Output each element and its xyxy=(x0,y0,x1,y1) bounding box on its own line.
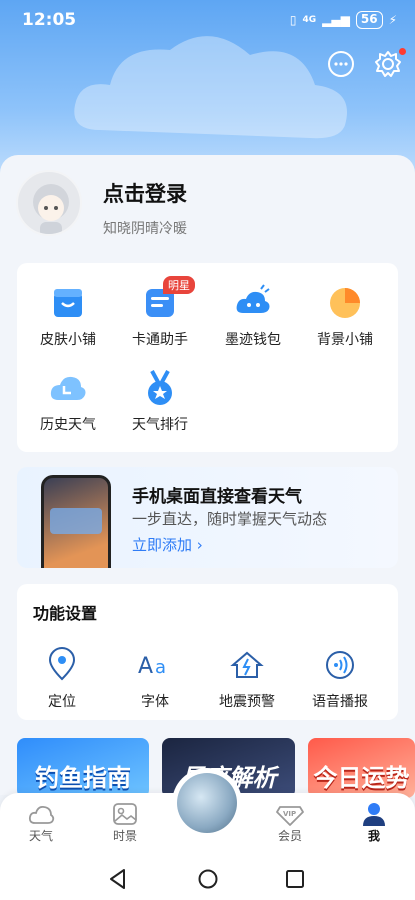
location-icon xyxy=(48,647,76,681)
function-label: 字体 xyxy=(141,694,169,710)
tab-scenery[interactable]: 时景 xyxy=(95,801,155,844)
function-label: 定位 xyxy=(48,694,76,710)
tab-vip[interactable]: VIP 会员 xyxy=(260,801,320,844)
promo-subtitle: 一步直达，随时掌握天气动态 xyxy=(132,510,328,528)
tab-label: 我 xyxy=(367,829,380,843)
tool-label: 天气排行 xyxy=(132,417,188,433)
banner-daily-fortune[interactable]: 今日运势 xyxy=(308,738,415,798)
tab-label: 会员 xyxy=(277,829,302,843)
font-icon: A a xyxy=(138,654,166,679)
chat-icon xyxy=(328,51,354,77)
back-icon[interactable] xyxy=(108,868,128,890)
login-title[interactable]: 点击登录 xyxy=(103,178,187,208)
svg-text:VIP: VIP xyxy=(283,810,296,818)
banner-text: 钓鱼指南 xyxy=(35,764,131,792)
function-label: 地震预警 xyxy=(219,694,275,710)
tool-skin-shop[interactable]: 皮肤小铺 xyxy=(23,283,113,349)
banner-fishing-guide[interactable]: 钓鱼指南 xyxy=(17,738,149,798)
image-icon xyxy=(113,803,137,825)
widget-promo-card[interactable]: 手机桌面直接查看天气 一步直达，随时掌握天气动态 立即添加 › xyxy=(17,467,398,568)
message-button[interactable] xyxy=(325,48,357,80)
home-icon[interactable] xyxy=(197,868,219,890)
status-bar: 12:05 ▯ 4G ▂▄▆ 56 ⚡ xyxy=(0,0,415,40)
vip-icon: VIP xyxy=(276,806,304,826)
login-subtitle: 知晓阴晴冷暖 xyxy=(103,221,187,237)
status-icons: ▯ 4G ▂▄▆ 56 ⚡ xyxy=(290,11,397,29)
battery-level: 56 xyxy=(355,11,383,29)
background-shop-icon xyxy=(330,288,360,318)
promo-title: 手机桌面直接查看天气 xyxy=(132,487,302,507)
banner-text: 今日运势 xyxy=(313,764,410,792)
tool-label: 墨迹钱包 xyxy=(225,332,281,348)
voice-broadcast-icon xyxy=(326,651,354,679)
signal-label: 4G xyxy=(302,15,317,25)
function-voice-broadcast[interactable]: 语音播报 xyxy=(295,645,385,711)
tool-label: 历史天气 xyxy=(40,417,96,433)
settings-button[interactable] xyxy=(372,48,406,80)
signal-icon: ▂▄▆ xyxy=(322,13,350,27)
cloud-decoration xyxy=(74,36,348,139)
tool-weather-rank[interactable]: 天气排行 xyxy=(115,368,205,434)
shop-icon xyxy=(54,289,82,317)
avatar[interactable] xyxy=(16,170,82,236)
center-scene-button[interactable] xyxy=(172,768,242,838)
wallet-icon xyxy=(236,284,270,313)
tool-label: 皮肤小铺 xyxy=(40,332,96,348)
tool-label: 卡通助手 xyxy=(132,332,188,348)
add-widget-link[interactable]: 立即添加 › xyxy=(132,534,203,555)
charging-icon: ⚡ xyxy=(388,13,397,27)
status-time: 12:05 xyxy=(22,10,77,30)
notification-dot xyxy=(399,48,406,55)
cloud-icon xyxy=(28,805,55,824)
function-font[interactable]: A a 字体 xyxy=(110,645,200,711)
tab-me[interactable]: 我 xyxy=(344,801,404,844)
tool-label: 背景小铺 xyxy=(317,332,373,348)
tool-wallet[interactable]: 墨迹钱包 xyxy=(208,283,298,349)
tab-weather[interactable]: 天气 xyxy=(11,801,71,844)
star-badge: 明星 xyxy=(163,276,195,294)
person-icon xyxy=(363,803,385,826)
svg-text:A: A xyxy=(138,654,153,679)
function-label: 语音播报 xyxy=(312,694,368,710)
weather-rank-icon xyxy=(148,370,172,405)
earthquake-icon xyxy=(230,651,264,678)
function-earthquake-alert[interactable]: 地震预警 xyxy=(202,645,292,711)
function-location[interactable]: 定位 xyxy=(17,645,107,711)
function-settings-title: 功能设置 xyxy=(33,604,98,623)
sky-thumbnail xyxy=(177,773,237,833)
svg-text:a: a xyxy=(155,657,166,678)
history-weather-icon xyxy=(50,376,86,400)
tab-label: 时景 xyxy=(112,829,137,843)
tab-label: 天气 xyxy=(28,829,53,843)
phone-widget-illustration xyxy=(41,475,111,568)
tool-background-shop[interactable]: 背景小铺 xyxy=(300,283,390,349)
tool-history-weather[interactable]: 历史天气 xyxy=(23,368,113,434)
system-nav-bar xyxy=(0,858,415,900)
recents-icon[interactable] xyxy=(285,869,305,889)
tool-cartoon-assistant[interactable]: 卡通助手 xyxy=(115,283,205,349)
vibrate-icon: ▯ xyxy=(289,13,297,27)
